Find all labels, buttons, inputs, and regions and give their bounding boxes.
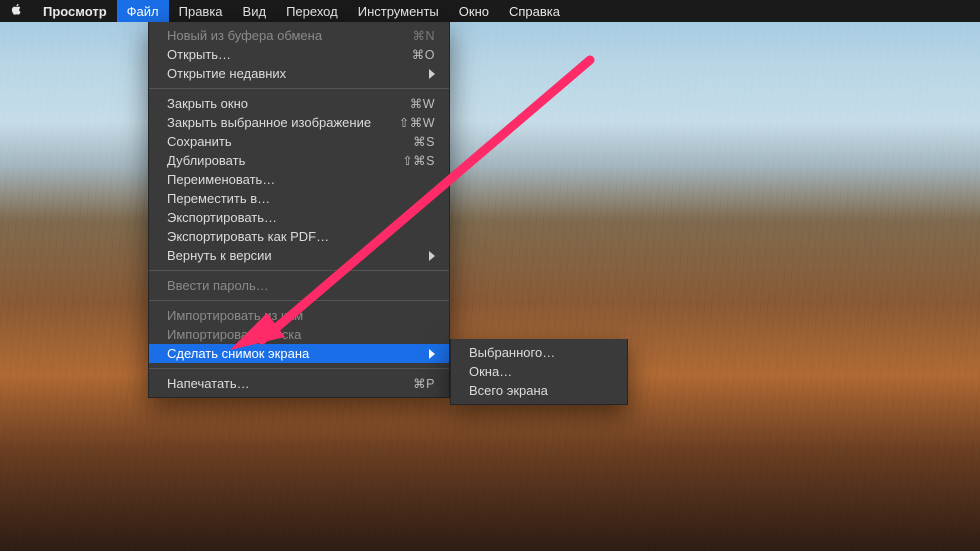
menu-go-label: Переход <box>286 4 338 19</box>
menu-item-label: Дублировать <box>167 153 388 168</box>
menu-item-label: Новый из буфера обмена <box>167 28 398 43</box>
menu-item[interactable]: Закрыть окно⌘W <box>149 94 449 113</box>
menu-file[interactable]: Файл <box>117 0 169 22</box>
menu-separator <box>149 88 449 89</box>
menu-item-label: Закрыть выбранное изображение <box>167 115 385 130</box>
menu-item-label: Переименовать… <box>167 172 435 187</box>
menu-item-shortcut: ⌘S <box>399 134 435 149</box>
desktop-wallpaper <box>0 0 980 551</box>
menu-separator <box>149 300 449 301</box>
menu-tools[interactable]: Инструменты <box>348 0 449 22</box>
submenu-item[interactable]: Окна… <box>451 362 627 381</box>
menu-item-label: Открытие недавних <box>167 66 425 81</box>
menu-item[interactable]: Дублировать⇧⌘S <box>149 151 449 170</box>
menu-item-label: Экспортировать как PDF… <box>167 229 435 244</box>
menu-item-label: Вернуть к версии <box>167 248 425 263</box>
menu-item-label: Импортировать из кам <box>167 308 435 323</box>
menu-item-shortcut: ⌘P <box>399 376 435 391</box>
menu-item-label: Сделать снимок экрана <box>167 346 425 361</box>
screenshot-submenu: Выбранного… Окна… Всего экрана <box>450 339 628 405</box>
menu-item: Импортировать со ска <box>149 325 449 344</box>
app-name-label: Просмотр <box>43 4 107 19</box>
menu-item-shortcut: ⌘O <box>398 47 435 62</box>
menu-item: Импортировать из кам <box>149 306 449 325</box>
menubar: Просмотр Файл Правка Вид Переход Инструм… <box>0 0 980 22</box>
menu-item-label: Закрыть окно <box>167 96 396 111</box>
menu-go[interactable]: Переход <box>276 0 348 22</box>
menu-separator <box>149 368 449 369</box>
menu-item-label: Открыть… <box>167 47 398 62</box>
menu-view[interactable]: Вид <box>233 0 277 22</box>
menu-item[interactable]: Переименовать… <box>149 170 449 189</box>
chevron-right-icon <box>425 69 435 79</box>
menu-edit[interactable]: Правка <box>169 0 233 22</box>
menu-item: Ввести пароль… <box>149 276 449 295</box>
submenu-item[interactable]: Всего экрана <box>451 381 627 400</box>
menu-edit-label: Правка <box>179 4 223 19</box>
menu-item: Новый из буфера обмена⌘N <box>149 26 449 45</box>
chevron-right-icon <box>425 349 435 359</box>
menu-item-label: Напечатать… <box>167 376 399 391</box>
menu-item[interactable]: Закрыть выбранное изображение⇧⌘W <box>149 113 449 132</box>
menu-item-label: Переместить в… <box>167 191 435 206</box>
menu-view-label: Вид <box>243 4 267 19</box>
menu-item-label: Экспортировать… <box>167 210 435 225</box>
chevron-right-icon <box>425 251 435 261</box>
menu-item-shortcut: ⌘N <box>398 28 435 43</box>
menu-item-label: Импортировать со ска <box>167 327 435 342</box>
menu-item[interactable]: Экспортировать… <box>149 208 449 227</box>
menu-item-shortcut: ⌘W <box>396 96 435 111</box>
menu-help-label: Справка <box>509 4 560 19</box>
app-name[interactable]: Просмотр <box>33 0 117 22</box>
menu-tools-label: Инструменты <box>358 4 439 19</box>
menu-item-label: Ввести пароль… <box>167 278 435 293</box>
menu-separator <box>149 270 449 271</box>
apple-menu[interactable] <box>10 0 33 22</box>
submenu-item-label: Выбранного… <box>469 345 613 360</box>
menu-item[interactable]: Вернуть к версии <box>149 246 449 265</box>
menu-item[interactable]: Сделать снимок экрана <box>149 344 449 363</box>
menu-item-shortcut: ⇧⌘W <box>385 115 435 130</box>
menu-file-label: Файл <box>127 4 159 19</box>
menu-window-label: Окно <box>459 4 489 19</box>
menu-help[interactable]: Справка <box>499 0 570 22</box>
menu-item[interactable]: Сохранить⌘S <box>149 132 449 151</box>
apple-icon <box>10 3 23 19</box>
menu-item[interactable]: Открыть…⌘O <box>149 45 449 64</box>
menu-item-label: Сохранить <box>167 134 399 149</box>
submenu-item[interactable]: Выбранного… <box>451 343 627 362</box>
file-menu-dropdown: Новый из буфера обмена⌘NОткрыть…⌘OОткрыт… <box>148 22 450 398</box>
menu-item[interactable]: Напечатать…⌘P <box>149 374 449 393</box>
menu-item[interactable]: Переместить в… <box>149 189 449 208</box>
menu-window[interactable]: Окно <box>449 0 499 22</box>
menu-item[interactable]: Открытие недавних <box>149 64 449 83</box>
menu-item[interactable]: Экспортировать как PDF… <box>149 227 449 246</box>
submenu-item-label: Всего экрана <box>469 383 613 398</box>
submenu-item-label: Окна… <box>469 364 613 379</box>
menu-item-shortcut: ⇧⌘S <box>388 153 435 168</box>
